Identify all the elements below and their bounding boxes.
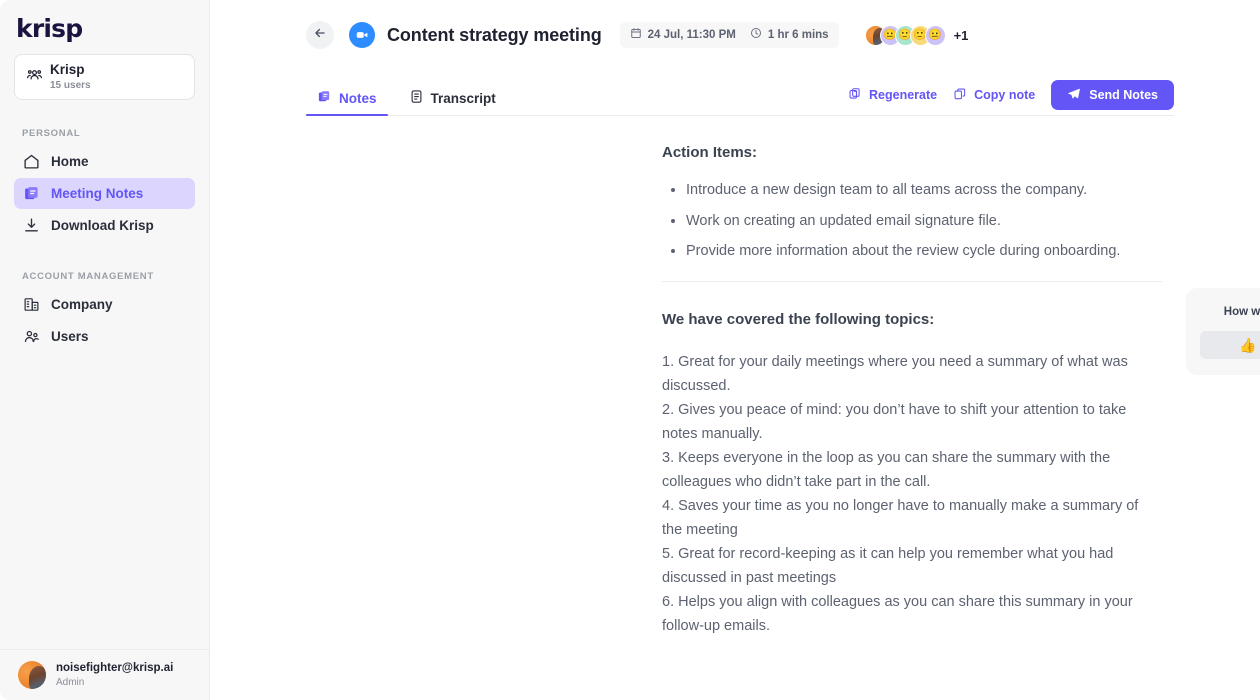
regenerate-icon <box>848 87 862 104</box>
meeting-duration: 1 hr 6 mins <box>767 29 829 41</box>
topics-list: 1. Great for your daily meetings where y… <box>662 350 1162 639</box>
meeting-date-group: 24 Jul, 11:30 PM <box>630 26 736 44</box>
regenerate-label: Regenerate <box>869 88 938 102</box>
sidebar-item-label-users: Users <box>51 328 89 344</box>
sidebar-item-label-company: Company <box>51 296 113 312</box>
user-profile-card[interactable]: noisefighter@krisp.ai Admin <box>0 649 209 700</box>
users-group-icon <box>27 67 42 87</box>
tab-transcript-label: Transcript <box>430 90 496 106</box>
send-notes-label: Send Notes <box>1089 88 1158 102</box>
notes-column: Action Items: Introduce a new design tea… <box>662 144 1162 638</box>
sidebar-item-meeting-notes[interactable]: Meeting Notes <box>14 177 195 209</box>
topics-heading: We have covered the following topics: <box>662 310 935 328</box>
user-role: Admin <box>56 676 85 688</box>
send-notes-button[interactable]: Send Notes <box>1051 80 1174 110</box>
list-item: 2. Gives you peace of mind: you don’t ha… <box>662 401 1127 442</box>
clock-icon <box>750 26 762 44</box>
sidebar-item-download-krisp[interactable]: Download Krisp <box>14 210 195 241</box>
tab-notes-label: Notes <box>339 90 377 106</box>
back-button[interactable] <box>306 21 334 49</box>
regenerate-button[interactable]: Regenerate <box>848 87 937 104</box>
copy-icon <box>953 87 967 104</box>
notes-tab-icon <box>317 89 332 107</box>
meeting-meta: 24 Jul, 11:30 PM 1 hr 6 mins <box>619 22 839 48</box>
tabs-toolbar: Notes Transcript Regenerate Copy note Se… <box>210 70 1260 116</box>
list-item: 4. Saves your time as you no longer have… <box>662 498 1139 539</box>
meeting-date: 24 Jul, 11:30 PM <box>647 29 736 41</box>
list-item: Work on creating an updated email signat… <box>662 211 1162 232</box>
nav-section-personal-title: PERSONAL <box>22 127 81 139</box>
note-actions: Regenerate Copy note Send Notes <box>848 80 1174 116</box>
workspace-name: Krisp <box>50 62 85 77</box>
building-icon <box>22 295 40 313</box>
copy-note-button[interactable]: Copy note <box>953 87 1035 104</box>
send-plane-icon <box>1067 87 1081 104</box>
sidebar-item-company[interactable]: Company <box>14 289 195 320</box>
user-email: noisefighter@krisp.ai <box>56 661 174 674</box>
meeting-header: Content strategy meeting 24 Jul, 11:30 P… <box>210 0 1260 70</box>
copy-note-label: Copy note <box>974 88 1036 102</box>
transcript-icon <box>409 89 424 107</box>
sidebar-item-label-meeting-notes: Meeting Notes <box>51 185 144 201</box>
list-item: 6. Helps you align with colleagues as yo… <box>662 594 1133 635</box>
avatar <box>18 661 46 689</box>
home-icon <box>22 152 40 170</box>
logo-text: krisp <box>16 14 83 43</box>
app-logo[interactable]: krisp <box>0 0 209 46</box>
workspace-selector[interactable]: Krisp 15 users <box>14 54 195 100</box>
feedback-card: How was the Action Items? 👍 👎 <box>1186 288 1260 375</box>
list-item: Provide more information about the revie… <box>662 241 1162 262</box>
tab-transcript[interactable]: Transcript <box>398 89 507 116</box>
list-item: 1. Great for your daily meetings where y… <box>662 353 1128 394</box>
sidebar: krisp Krisp 15 users PERSONAL Home Meeti… <box>0 0 210 700</box>
arrow-left-icon <box>313 26 327 45</box>
list-item: 5. Great for record-keeping as it can he… <box>662 546 1114 587</box>
sidebar-item-home[interactable]: Home <box>14 146 195 177</box>
sidebar-item-label-download-krisp: Download Krisp <box>51 217 154 233</box>
app-root: krisp Krisp 15 users PERSONAL Home Meeti… <box>0 0 1260 700</box>
sidebar-item-users[interactable]: Users <box>14 321 195 352</box>
download-icon <box>22 216 40 234</box>
participant-avatar-emoji: 😐 <box>924 24 946 46</box>
meeting-duration-group: 1 hr 6 mins <box>750 26 829 44</box>
topics-section: We have covered the following topics: 1.… <box>662 311 1162 639</box>
workspace-user-count: 15 users <box>50 79 91 91</box>
thumbs-up-icon: 👍 <box>1239 337 1257 353</box>
section-divider <box>662 280 1162 282</box>
list-item: 3. Keeps everyone in the loop as you can… <box>662 449 1111 491</box>
notes-content: Action Items: Introduce a new design tea… <box>210 116 1260 634</box>
feedback-question: How was the Action Items? <box>1223 306 1260 318</box>
main-content: Content strategy meeting 24 Jul, 11:30 P… <box>210 0 1260 700</box>
list-item: Introduce a new design team to all teams… <box>662 180 1162 201</box>
thumbs-up-button[interactable]: 👍 <box>1200 331 1260 359</box>
notes-icon <box>22 184 40 202</box>
zoom-video-icon <box>349 22 375 48</box>
action-items-list: Introduce a new design team to all teams… <box>662 180 1162 262</box>
sidebar-item-label-home: Home <box>51 153 89 169</box>
participant-avatars[interactable]: 😐 🙂 🙂 😐 +1 <box>864 24 969 46</box>
nav-section-account-title: ACCOUNT MANAGEMENT <box>22 270 154 282</box>
calendar-icon <box>630 26 642 44</box>
user-group-icon <box>22 327 40 345</box>
action-items-heading: Action Items: <box>662 144 758 161</box>
page-title: Content strategy meeting <box>387 24 602 45</box>
feedback-buttons: 👍 👎 <box>1200 331 1260 359</box>
participants-more-count[interactable]: +1 <box>954 28 969 43</box>
tab-notes[interactable]: Notes <box>306 89 388 116</box>
emoji-face-icon: 😐 <box>928 28 942 41</box>
tab-list: Notes Transcript <box>306 89 507 116</box>
